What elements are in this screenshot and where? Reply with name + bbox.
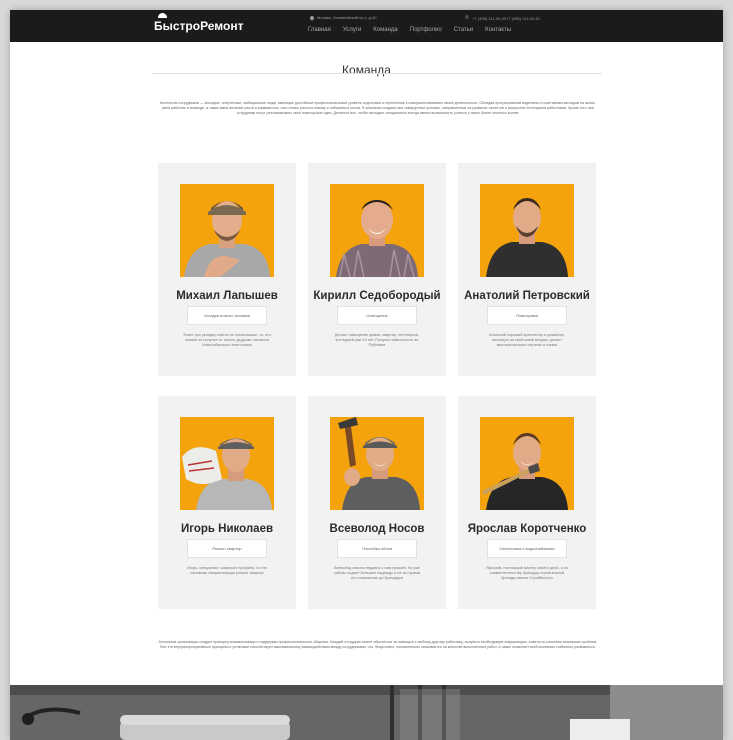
member-description: Ярослав, настоящий мастер своего дела, а… <box>486 566 568 581</box>
logo[interactable]: БыстроРемонт <box>154 13 244 33</box>
team-card: Михаил Лапышев Укладка плитки, мозаики З… <box>158 163 296 376</box>
team-card: Кирилл Седобородый Освещение Делает осве… <box>308 163 446 376</box>
member-description: Делает освещение домов, квартир, пентхау… <box>334 333 420 348</box>
team-card: Всеволод Носов Поклейка обоев Всеволод с… <box>308 396 446 609</box>
phones-text[interactable]: +7 (495) 111-00-40+7 (495) 111-00-40 <box>472 16 540 21</box>
main-nav: Главная Услуги Команда Портфолио Статьи … <box>308 27 511 33</box>
address-text: Москва, Олимпийский пр-т, д.40 <box>317 15 377 20</box>
member-description: Анатолий хороший архитектор и дизайнер, … <box>489 333 565 348</box>
nav-item-home[interactable]: Главная <box>308 27 331 33</box>
address: Москва, Олимпийский пр-т, д.40 <box>309 14 377 21</box>
team-photo <box>180 417 274 510</box>
nav-item-portfolio[interactable]: Портфолио <box>410 27 442 33</box>
team-photo <box>180 184 274 277</box>
page-title: Команда <box>342 63 391 77</box>
member-role-button[interactable]: Укладка плитки, мозаики <box>187 306 267 325</box>
member-role-button[interactable]: Освещение <box>337 306 417 325</box>
intro-paragraph: Коллектив сотрудников — молодые, энергич… <box>160 101 596 115</box>
member-name: Анатолий Петровский <box>464 290 590 302</box>
member-role-button[interactable]: Планировка <box>487 306 567 325</box>
logo-text: БыстроРемонт <box>154 19 244 33</box>
team-card: Анатолий Петровский Планировка Анатолий … <box>458 163 596 376</box>
team-card: Игорь Николаев Ремонт квартир Игорь, спе… <box>158 396 296 609</box>
interior-photo <box>10 685 723 740</box>
member-role-button[interactable]: Поклейка обоев <box>337 539 417 558</box>
title-divider <box>152 73 602 74</box>
nav-item-team[interactable]: Команда <box>373 27 397 33</box>
member-name: Ярослав Коротченко <box>467 523 587 535</box>
team-photo <box>330 184 424 277</box>
helmet-icon <box>158 13 167 18</box>
member-name: Всеволод Носов <box>329 523 425 535</box>
member-description: Всеволод совсем недавно к нам пришёл, но… <box>334 566 420 581</box>
member-description: Игорь, специалист широкого профиля, но е… <box>186 566 268 576</box>
member-name: Михаил Лапышев <box>176 290 278 302</box>
page-sheet: БыстроРемонт Москва, Олимпийский пр-т, д… <box>10 10 723 740</box>
member-name: Кирилл Седобородый <box>313 290 441 302</box>
team-photo <box>330 417 424 510</box>
location-pin-icon <box>309 14 315 21</box>
nav-item-articles[interactable]: Статьи <box>454 27 473 33</box>
footer-paragraph: Коллектив организации следует принципу в… <box>158 640 598 649</box>
member-name: Игорь Николаев <box>180 523 274 535</box>
member-description: Знает про укладку плитки не понаслышке, … <box>183 333 271 348</box>
team-photo <box>480 184 574 277</box>
member-role-button[interactable]: Ремонт квартир <box>187 539 267 558</box>
nav-item-contacts[interactable]: Контакты <box>485 27 511 33</box>
team-card: Ярослав Коротченко Сантехника и водоснаб… <box>458 396 596 609</box>
member-role-button[interactable]: Сантехника и водоснабжение <box>487 539 567 558</box>
phones: ✆ +7 (495) 111-00-40+7 (495) 111-00-40 <box>465 15 540 21</box>
team-photo <box>480 417 574 510</box>
header-bar: БыстроРемонт Москва, Олимпийский пр-т, д… <box>10 10 723 42</box>
nav-item-services[interactable]: Услуги <box>343 27 361 33</box>
phone-icon: ✆ <box>465 15 470 21</box>
